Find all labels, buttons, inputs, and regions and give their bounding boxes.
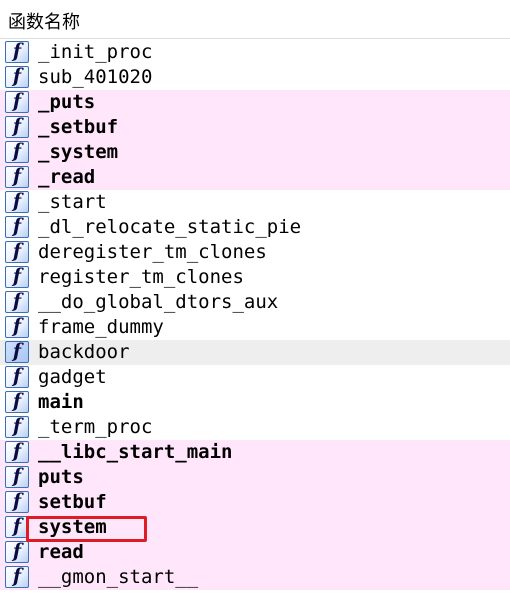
function-row[interactable]: f _init_proc (0, 40, 510, 65)
function-icon: f (5, 90, 29, 113)
function-icon-glyph: f (12, 540, 22, 562)
function-name: register_tm_clones (38, 266, 244, 288)
function-name: __libc_start_main (38, 441, 233, 463)
function-icon: f (5, 415, 29, 438)
function-row[interactable]: f backdoor (0, 340, 510, 365)
function-icon: f (5, 65, 29, 88)
function-name: sub_401020 (38, 66, 153, 88)
function-icon-glyph: f (12, 140, 22, 162)
function-icon: f (5, 165, 29, 188)
function-icon: f (5, 40, 29, 63)
function-name: _read (38, 166, 96, 188)
function-icon-glyph: f (12, 490, 22, 512)
function-row[interactable]: f _dl_relocate_static_pie (0, 215, 510, 240)
function-name: __do_global_dtors_aux (38, 291, 279, 313)
function-icon: f (5, 490, 29, 513)
function-row[interactable]: f main (0, 390, 510, 415)
function-icon-glyph: f (12, 65, 22, 87)
function-icon-glyph: f (12, 315, 22, 337)
function-name: read (38, 541, 84, 563)
function-row[interactable]: f __libc_start_main (0, 440, 510, 465)
function-row[interactable]: f setbuf (0, 490, 510, 515)
function-icon-glyph: f (12, 265, 22, 287)
function-name: puts (38, 466, 84, 488)
function-name: _dl_relocate_static_pie (38, 216, 302, 238)
function-icon: f (5, 190, 29, 213)
function-name: deregister_tm_clones (38, 241, 267, 263)
function-row[interactable]: f register_tm_clones (0, 265, 510, 290)
function-icon: f (5, 565, 29, 588)
function-icon: f (5, 290, 29, 313)
function-icon: f (5, 540, 29, 563)
function-icon: f (5, 515, 29, 538)
function-icon: f (5, 140, 29, 163)
function-name: _init_proc (38, 41, 153, 63)
function-row[interactable]: f system (0, 515, 510, 540)
function-row[interactable]: f frame_dummy (0, 315, 510, 340)
function-icon: f (5, 465, 29, 488)
function-icon-glyph: f (12, 415, 22, 437)
function-icon: f (5, 340, 29, 363)
function-name: gadget (38, 366, 107, 388)
function-name-column-header[interactable]: 函数名称 (0, 0, 510, 39)
function-icon: f (5, 390, 29, 413)
function-row[interactable]: f gadget (0, 365, 510, 390)
function-name: _setbuf (38, 116, 119, 138)
function-name: frame_dummy (38, 316, 164, 338)
function-row[interactable]: f __do_global_dtors_aux (0, 290, 510, 315)
function-name: __gmon_start__ (38, 566, 199, 588)
function-row[interactable]: f _term_proc (0, 415, 510, 440)
function-icon-glyph: f (12, 240, 22, 262)
function-icon: f (5, 365, 29, 388)
function-name: _system (38, 141, 119, 163)
function-name: _start (38, 191, 107, 213)
function-row[interactable]: f _puts (0, 90, 510, 115)
function-icon-glyph: f (12, 365, 22, 387)
function-row[interactable]: f _setbuf (0, 115, 510, 140)
function-icon: f (5, 215, 29, 238)
function-name: backdoor (38, 341, 130, 363)
function-icon: f (5, 440, 29, 463)
function-icon-glyph: f (12, 190, 22, 212)
function-row[interactable]: f _start (0, 190, 510, 215)
function-row[interactable]: f puts (0, 465, 510, 490)
function-icon-glyph: f (12, 440, 22, 462)
function-icon: f (5, 240, 29, 263)
function-icon-glyph: f (12, 115, 22, 137)
function-icon-glyph: f (12, 40, 22, 62)
function-icon-glyph: f (12, 165, 22, 187)
column-header-label: 函数名称 (8, 12, 80, 33)
function-icon: f (5, 315, 29, 338)
function-row[interactable]: f read (0, 540, 510, 565)
function-name: system (38, 516, 107, 538)
function-row[interactable]: f deregister_tm_clones (0, 240, 510, 265)
function-icon: f (5, 115, 29, 138)
function-name: _term_proc (38, 416, 153, 438)
function-icon-glyph: f (12, 390, 22, 412)
function-icon-glyph: f (12, 515, 22, 537)
function-icon-glyph: f (12, 340, 22, 362)
function-row[interactable]: f sub_401020 (0, 65, 510, 90)
function-name: setbuf (38, 491, 107, 513)
function-icon: f (5, 265, 29, 288)
function-icon-glyph: f (12, 290, 22, 312)
function-icon-glyph: f (12, 90, 22, 112)
function-name: main (38, 391, 84, 413)
function-row[interactable]: f __gmon_start__ (0, 565, 510, 590)
function-list: f _init_proc f sub_401020 f _puts f _setbuf f _sy… (0, 40, 510, 590)
function-name: _puts (38, 91, 96, 113)
function-icon-glyph: f (12, 465, 22, 487)
function-row[interactable]: f _system (0, 140, 510, 165)
function-icon-glyph: f (12, 565, 22, 587)
function-icon-glyph: f (12, 215, 22, 237)
function-row[interactable]: f _read (0, 165, 510, 190)
